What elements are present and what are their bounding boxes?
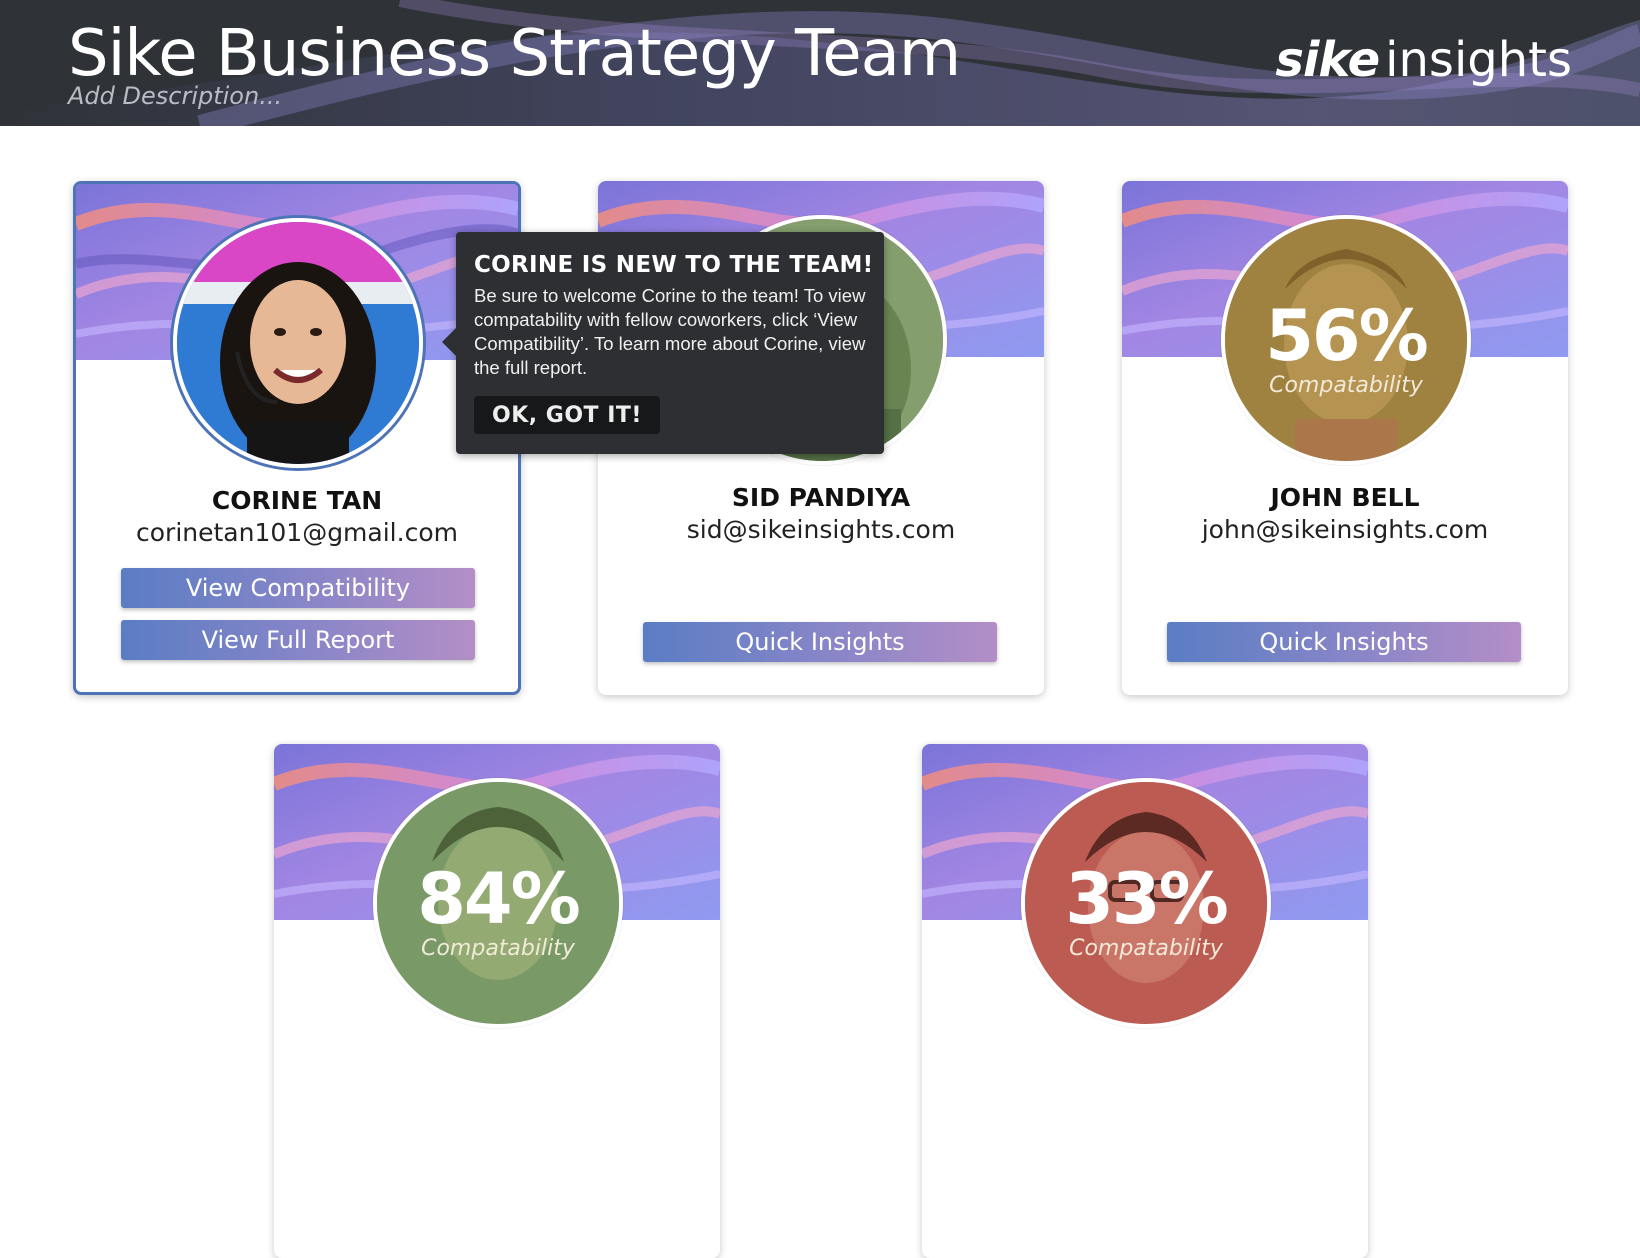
avatar-member-5: 33% Compatability	[1021, 778, 1271, 1028]
member-name: CORINE TAN	[211, 486, 383, 515]
logo-light-text: insights	[1385, 32, 1572, 88]
quick-insights-button[interactable]: Quick Insights	[643, 622, 997, 662]
member-card-5[interactable]: 33% Compatability	[922, 744, 1368, 1258]
compatibility-percent: 33%	[1065, 858, 1229, 940]
compatibility-percent: 56%	[1265, 295, 1429, 377]
tooltip-arrow	[442, 328, 456, 356]
member-email: sid@sikeinsights.com	[686, 515, 956, 544]
member-card-john[interactable]: 56% Compatability JOHN BELL john@sikeins…	[1122, 181, 1568, 695]
avatar-john: 56% Compatability	[1221, 215, 1471, 465]
quick-insights-button[interactable]: Quick Insights	[1167, 622, 1521, 662]
compatibility-label: Compatability	[421, 936, 575, 961]
compatibility-label: Compatability	[1269, 373, 1423, 398]
tooltip-body: Be sure to welcome Corine to the team! T…	[474, 285, 866, 378]
page-header: Sike Business Strategy Team Add Descript…	[0, 0, 1640, 126]
ok-got-it-button[interactable]: OK, GOT IT!	[474, 396, 660, 434]
team-description-field[interactable]: Add Description...	[68, 82, 282, 110]
member-email: corinetan101@gmail.com	[136, 518, 458, 547]
view-compatibility-button[interactable]: View Compatibility	[121, 568, 475, 608]
member-card-corine[interactable]: CORINE TAN corinetan101@gmail.com View C…	[73, 181, 521, 695]
member-name: JOHN BELL	[1270, 483, 1420, 512]
compatibility-label: Compatability	[1069, 936, 1223, 961]
sike-insights-logo: sike insights	[1275, 32, 1572, 88]
avatar-corine	[173, 218, 423, 468]
tooltip-title: CORINE IS NEW TO THE TEAM!	[474, 252, 874, 278]
member-card-4[interactable]: 84% Compatability	[274, 744, 720, 1258]
compatibility-percent: 84%	[417, 858, 581, 940]
view-full-report-button[interactable]: View Full Report	[121, 620, 475, 660]
member-name: SID PANDIYA	[731, 483, 911, 512]
member-email: john@sikeinsights.com	[1201, 515, 1489, 544]
new-member-tooltip: CORINE IS NEW TO THE TEAM! Be sure to we…	[442, 232, 884, 454]
logo-bold-text: sike	[1275, 32, 1380, 88]
avatar-member-4: 84% Compatability	[373, 778, 623, 1028]
